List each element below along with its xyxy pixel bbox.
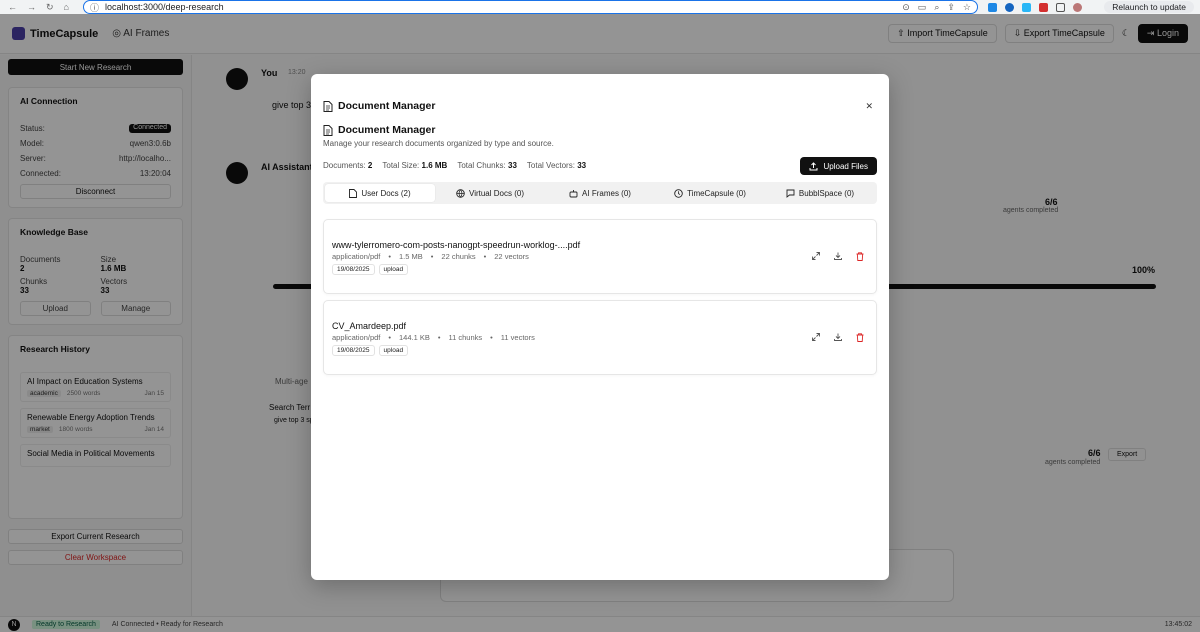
trash-icon[interactable] <box>856 252 864 261</box>
download-icon[interactable] <box>834 252 842 261</box>
tab-user-docs[interactable]: User Docs (2) <box>325 184 435 202</box>
stat-chunks-value: 33 <box>508 161 517 170</box>
stat-documents-label: Documents: <box>323 161 366 170</box>
document-type: application/pdf <box>332 333 381 342</box>
extension-icon[interactable] <box>1004 2 1014 12</box>
document-tabs: User Docs (2) Virtual Docs (0) AI Frames… <box>323 182 877 204</box>
modal-title: Document Manager <box>338 100 436 112</box>
expand-icon[interactable] <box>812 252 820 261</box>
extensions-puzzle-icon[interactable] <box>1055 2 1065 12</box>
stat-documents-value: 2 <box>367 161 373 170</box>
profile-avatar[interactable] <box>1072 2 1082 12</box>
home-icon[interactable]: ⌂ <box>64 2 69 13</box>
address-bar[interactable]: ⓘ localhost:3000/deep-research ⊙ ▭ ⌕ ⇪ ☆ <box>82 0 978 14</box>
document-source: upload <box>378 345 409 356</box>
forward-icon[interactable]: → <box>27 2 36 13</box>
expand-icon[interactable] <box>812 333 820 342</box>
close-icon[interactable]: ✕ <box>865 101 873 112</box>
extension-icon[interactable] <box>1038 2 1048 12</box>
upload-files-button[interactable]: Upload Files <box>799 157 877 175</box>
reload-icon[interactable]: ↻ <box>46 2 54 13</box>
document-manager-modal: Document Manager ✕ Document Manager Mana… <box>311 74 889 580</box>
stat-size-value: 1.6 MB <box>421 161 448 170</box>
install-icon[interactable]: ▭ <box>918 2 927 13</box>
bookmark-star-icon[interactable]: ☆ <box>963 2 971 13</box>
file-icon <box>349 188 358 198</box>
tab-label: AI Frames (0) <box>582 188 631 198</box>
site-info-icon[interactable]: ⓘ <box>90 1 99 14</box>
document-card[interactable]: CV_Amardeep.pdf application/pdf • 144.1 K… <box>323 300 877 375</box>
document-card[interactable]: www-tylerromero-com-posts-nanogpt-speedr… <box>323 219 877 294</box>
document-date: 19/08/2025 <box>332 345 375 356</box>
modal-description: Manage your research documents organized… <box>323 139 554 148</box>
clock-icon <box>674 188 683 198</box>
chat-icon <box>786 189 795 198</box>
trash-icon[interactable] <box>856 333 864 342</box>
modal-heading: Document Manager <box>338 124 436 136</box>
back-icon[interactable]: ← <box>8 2 17 13</box>
document-stats: Documents: 2 Total Size: 1.6 MB Total Ch… <box>323 161 586 170</box>
stat-vectors-label: Total Vectors: <box>526 161 575 170</box>
modal-heading-row: Document Manager <box>323 124 435 136</box>
tab-label: TimeCapsule (0) <box>687 188 746 198</box>
tab-timecapsule[interactable]: TimeCapsule (0) <box>655 184 765 202</box>
tab-label: User Docs (2) <box>361 188 411 198</box>
url-text: localhost:3000/deep-research <box>105 2 224 12</box>
frames-icon <box>569 189 578 198</box>
document-chunks: 22 chunks <box>441 252 476 261</box>
stat-chunks-label: Total Chunks: <box>457 161 506 170</box>
share-icon[interactable]: ⇪ <box>947 2 955 13</box>
upload-icon <box>809 161 818 171</box>
globe-icon <box>456 188 465 198</box>
tab-label: BubblSpace (0) <box>798 188 855 198</box>
tab-label: Virtual Docs (0) <box>469 188 524 198</box>
document-icon <box>323 124 333 136</box>
extension-icon[interactable] <box>987 2 997 12</box>
tab-virtual-docs[interactable]: Virtual Docs (0) <box>435 184 545 202</box>
document-size: 144.1 KB <box>399 333 430 342</box>
tab-ai-frames[interactable]: AI Frames (0) <box>545 184 655 202</box>
document-icon <box>323 100 333 112</box>
document-date: 19/08/2025 <box>332 264 375 275</box>
location-icon[interactable]: ⊙ <box>902 2 910 13</box>
tab-bubblspace[interactable]: BubblSpace (0) <box>765 184 875 202</box>
document-size: 1.5 MB <box>399 252 423 261</box>
document-source: upload <box>378 264 409 275</box>
upload-files-label: Upload Files <box>823 161 868 171</box>
zoom-icon[interactable]: ⌕ <box>934 2 939 13</box>
stat-size-label: Total Size: <box>382 161 420 170</box>
stat-vectors-value: 33 <box>577 161 587 170</box>
document-chunks: 11 chunks <box>448 333 483 342</box>
document-vectors: 11 vectors <box>500 333 535 342</box>
relaunch-button[interactable]: Relaunch to update <box>1104 1 1194 13</box>
document-name: CV_Amardeep.pdf <box>332 321 407 331</box>
document-type: application/pdf <box>332 252 381 261</box>
extension-icon[interactable] <box>1021 2 1031 12</box>
document-name: www-tylerromero-com-posts-nanogpt-speedr… <box>332 240 581 250</box>
document-vectors: 22 vectors <box>494 252 529 261</box>
modal-title-row: Document Manager <box>323 100 435 112</box>
download-icon[interactable] <box>834 333 842 342</box>
browser-toolbar: ← → ↻ ⌂ ⓘ localhost:3000/deep-research ⊙… <box>0 0 1200 14</box>
